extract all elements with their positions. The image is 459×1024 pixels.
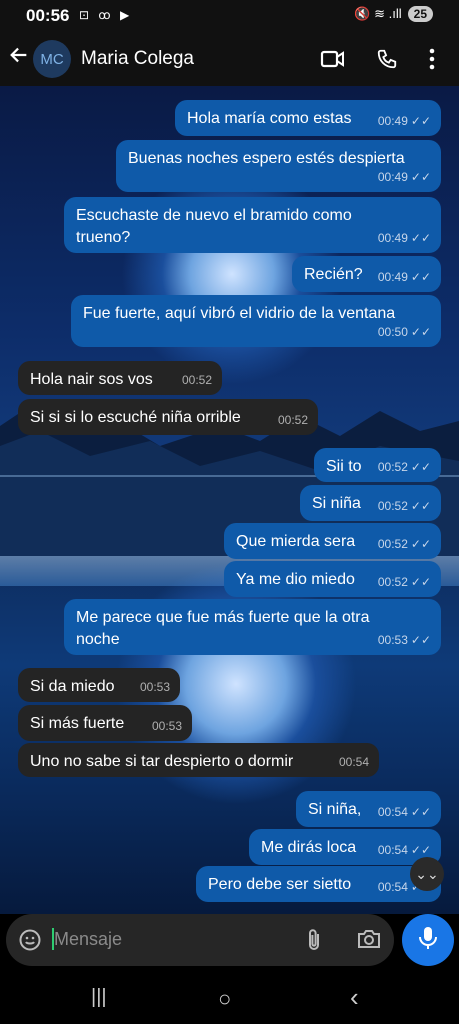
message-text: Pero debe ser sietto [208,876,352,893]
message-text: Si da miedo [30,678,115,695]
message-placeholder: Mensaje [54,929,123,949]
message-time: 00:54 [377,805,408,819]
message-bubble[interactable]: Sii to 00:52 ✓✓ [314,448,441,482]
message-bubble[interactable]: Recién? 00:49 ✓✓ [292,256,441,292]
message-bubble[interactable]: Hola nair sos vos 00:52 [18,361,222,395]
mic-icon [417,925,439,956]
message-text: Me dirás loca [261,839,357,856]
message-time: 00:49 [377,231,408,245]
message-text: Si niña [312,495,361,512]
more-vert-icon[interactable] [428,48,436,75]
message-text: Buenas noches espero estés despierta [128,150,405,167]
message-text: Recién? [304,266,363,283]
contact-name[interactable]: Maria Colega [81,48,194,70]
message-input[interactable]: Mensaje [6,914,394,966]
message-text: Hola maría como estas [187,110,352,127]
double-check-icon: ✓✓ [410,805,431,819]
mic-button[interactable] [402,914,454,966]
notification-icons: ⊡ ꝏ ▶ [79,8,133,22]
message-bubble[interactable]: Ya me dio miedo 00:52 ✓✓ [224,561,441,597]
attach-icon[interactable] [304,927,324,958]
sticker-icon[interactable] [18,928,42,957]
message-time: 00:53 [377,633,408,647]
message-time: 00:49 [377,114,408,128]
video-call-icon[interactable] [320,48,346,75]
arrow-left-icon[interactable] [8,44,30,73]
double-check-icon: ✓✓ [410,114,431,128]
double-check-icon: ✓✓ [410,325,431,339]
double-check-icon: ✓✓ [410,460,431,474]
double-check-icon: ✓✓ [410,575,431,589]
camera-icon[interactable] [356,927,382,956]
double-check-icon: ✓✓ [410,170,431,184]
message-bubble[interactable]: Si da miedo 00:53 [18,668,180,702]
message-bubble[interactable]: Me dirás loca 00:54 ✓✓ [249,829,441,865]
message-time: 00:52 [181,373,212,387]
chat-area[interactable]: Hola maría como estas 00:49 ✓✓ Buenas noc… [0,86,459,914]
message-bubble[interactable]: Si niña, 00:54 ✓✓ [296,791,441,827]
message-time: 00:52 [377,460,408,474]
signal-icons: 🔇 ≋ .ıll [354,6,402,21]
message-bubble[interactable]: Me parece que fue más fuerte que la otra… [64,599,441,655]
message-bubble[interactable]: Si más fuerte 00:53 [18,705,192,741]
double-check-icon: ✓✓ [410,231,431,245]
message-bubble[interactable]: Si niña 00:52 ✓✓ [300,485,441,521]
nav-back-button[interactable]: ‹ [350,982,359,1013]
message-bubble[interactable]: Buenas noches espero estés despierta 00:… [116,140,441,192]
message-bubble[interactable]: Fue fuerte, aquí vibró el vidrio de la v… [71,295,441,347]
double-check-icon: ✓✓ [410,270,431,284]
phone-icon[interactable] [376,48,398,75]
system-navbar: ||| ○ ‹ [0,972,459,1024]
message-bubble[interactable]: Que mierda sera 00:52 ✓✓ [224,523,441,559]
double-check-icon: ✓✓ [410,499,431,513]
message-time: 00:54 [338,755,369,769]
message-time: 00:50 [377,325,408,339]
status-bar: 00:56 ⊡ ꝏ ▶ 🔇 ≋ .ıll 25 [0,0,459,34]
message-bubble[interactable]: Si si si lo escuché niña orrible 00:52 [18,399,318,435]
message-time: 00:52 [377,537,408,551]
message-time: 00:52 [277,413,308,427]
message-time: 00:54 [377,843,408,857]
status-right: 🔇 ≋ .ıll 25 [354,6,433,22]
message-bubble[interactable]: Escuchaste de nuevo el bramido como true… [64,197,441,253]
message-bubble[interactable]: Uno no sabe si tar despierto o dormir 00… [18,743,379,777]
message-time: 00:53 [139,680,170,694]
message-time: 00:52 [377,575,408,589]
message-time: 00:49 [377,170,408,184]
message-text: Sii to [326,458,362,475]
message-text: Escuchaste de nuevo el bramido como true… [76,207,352,246]
battery-icon: 25 [407,6,433,22]
composer: Mensaje [0,914,459,972]
message-time: 00:54 [377,880,408,894]
message-text: Uno no sabe si tar despierto o dormir [30,753,294,770]
scroll-down-button[interactable]: ⌄⌄ [410,857,444,891]
chevron-double-down-icon: ⌄⌄ [415,866,439,882]
message-text: Hola nair sos vos [30,371,153,388]
message-bubble[interactable]: Hola maría como estas 00:49 ✓✓ [175,100,441,136]
double-check-icon: ✓✓ [410,537,431,551]
message-text: Si si si lo escuché niña orrible [30,409,241,426]
home-button[interactable]: ○ [218,986,231,1012]
avatar[interactable]: MC [33,40,71,78]
message-time: 00:49 [377,270,408,284]
double-check-icon: ✓✓ [410,633,431,647]
chat-header: MC Maria Colega [0,34,459,86]
status-time: 00:56 [26,6,70,25]
double-check-icon: ✓✓ [410,843,431,857]
message-text: Que mierda sera [236,533,356,550]
message-text: Ya me dio miedo [236,571,355,588]
message-text: Si niña, [308,801,362,818]
recent-apps-button[interactable]: ||| [91,986,107,1009]
message-text: Si más fuerte [30,715,125,732]
message-text: Me parece que fue más fuerte que la otra… [76,609,370,648]
message-time: 00:53 [151,719,182,733]
message-bubble[interactable]: Pero debe ser sietto 00:54✓✓ [196,866,441,902]
message-time: 00:52 [377,499,408,513]
message-text: Fue fuerte, aquí vibró el vidrio de la v… [83,305,396,322]
